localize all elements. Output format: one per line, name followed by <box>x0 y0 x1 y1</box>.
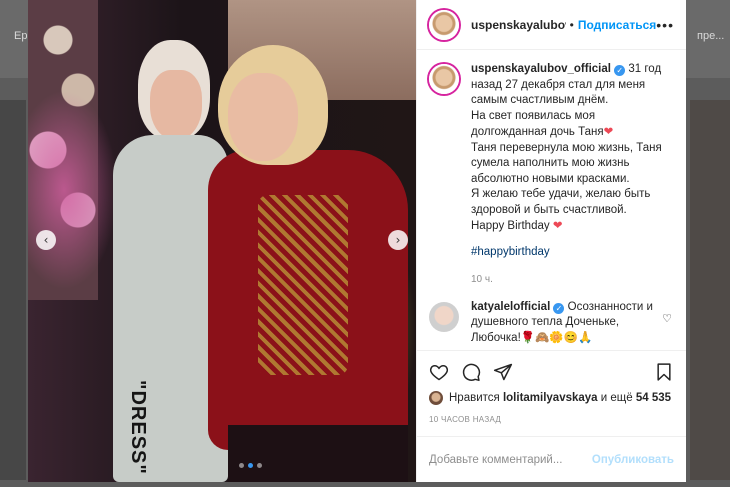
background-label-left: Ер <box>14 30 28 42</box>
post-side-panel: uspenskayalubov_o • Подписаться ••• uspe… <box>416 0 686 482</box>
caption-line-2: На свет появилась моя долгожданная дочь … <box>471 109 604 139</box>
comments-section: uspenskayalubov_official ✓ 31 год назад … <box>417 50 686 350</box>
comment-body: katyalelofficial ✓ Осознанности и душевн… <box>471 300 661 347</box>
caption-line-5: Happy Birthday <box>471 220 550 232</box>
photo-person-right <box>188 45 416 482</box>
carousel-dot <box>257 463 262 468</box>
liker-avatar[interactable] <box>429 391 443 405</box>
red-heart-icon: ❤ <box>603 124 614 138</box>
commenter-avatar[interactable] <box>429 301 459 332</box>
caption-author-username[interactable]: uspenskayalubov_official <box>471 63 611 75</box>
caption-comment: uspenskayalubov_official ✓ 31 год назад … <box>429 62 672 288</box>
photo-person-right-face <box>228 73 298 161</box>
add-comment-bar: Опубликовать <box>417 436 686 482</box>
comment-like-heart-icon[interactable]: ♡ <box>662 300 672 325</box>
verified-badge-icon: ✓ <box>553 302 565 314</box>
carousel-prev-button[interactable]: ‹ <box>36 230 56 250</box>
carousel-dot <box>248 463 253 468</box>
verified-badge-icon: ✓ <box>614 65 626 76</box>
liker-username[interactable]: lolitamilyavskaya <box>503 392 598 404</box>
photo-person-right-embroidery <box>258 195 348 375</box>
photo-person-right-skirt <box>228 425 408 482</box>
comment-item: katyalelofficial ✓ Осознанности и душевн… <box>429 300 672 347</box>
action-icons-row <box>429 359 674 385</box>
post-header: uspenskayalubov_o • Подписаться ••• <box>417 0 686 50</box>
post-modal: "DRESS" ‹ › uspenskayalubov_o • Подписат… <box>28 0 686 482</box>
caption-line-4: Я желаю тебе удачи, желаю быть здоровой … <box>471 188 651 216</box>
post-timestamp[interactable]: 10 часов назад <box>429 415 674 424</box>
likes-count[interactable]: 54 535 <box>636 392 671 404</box>
publish-button[interactable]: Опубликовать <box>592 454 674 466</box>
bookmark-icon[interactable] <box>654 362 674 382</box>
more-options-icon[interactable]: ••• <box>656 17 674 33</box>
author-avatar[interactable] <box>429 9 459 40</box>
like-heart-icon[interactable] <box>429 362 449 382</box>
commenter-username[interactable]: katyalelofficial <box>471 301 550 313</box>
background-tile-right <box>690 100 730 480</box>
carousel-next-button[interactable]: › <box>388 230 408 250</box>
follow-button[interactable]: Подписаться <box>578 18 656 32</box>
post-photo[interactable]: "DRESS" ‹ › <box>28 0 416 482</box>
comment-input[interactable] <box>429 453 592 466</box>
post-actions: Нравится lolitamilyavskaya и ещё 54 535 … <box>417 350 686 424</box>
carousel-indicator <box>239 463 262 468</box>
background-tile-left <box>0 100 26 480</box>
likes-summary: Нравится lolitamilyavskaya и ещё 54 535 <box>429 391 674 405</box>
share-send-icon[interactable] <box>493 362 513 382</box>
author-username[interactable]: uspenskayalubov_o <box>471 18 566 32</box>
hashtag-link[interactable]: #happybirthday <box>471 245 672 261</box>
likes-middle: и ещё <box>600 392 633 404</box>
caption-body: uspenskayalubov_official ✓ 31 год назад … <box>471 62 672 288</box>
background-label-right: пре... <box>697 30 725 42</box>
red-heart-icon: ❤ <box>552 218 563 232</box>
caption-line-3: Таня перевернула мою жизнь, Таня сумела … <box>471 141 662 185</box>
photo-dress-text: "DRESS" <box>127 380 149 475</box>
comment-bubble-icon[interactable] <box>461 362 481 382</box>
likes-prefix: Нравится <box>449 392 500 404</box>
caption-author-avatar[interactable] <box>429 64 459 94</box>
caption-timestamp[interactable]: 10 ч. <box>471 272 672 288</box>
carousel-dot <box>239 463 244 468</box>
header-separator: • <box>569 17 574 32</box>
